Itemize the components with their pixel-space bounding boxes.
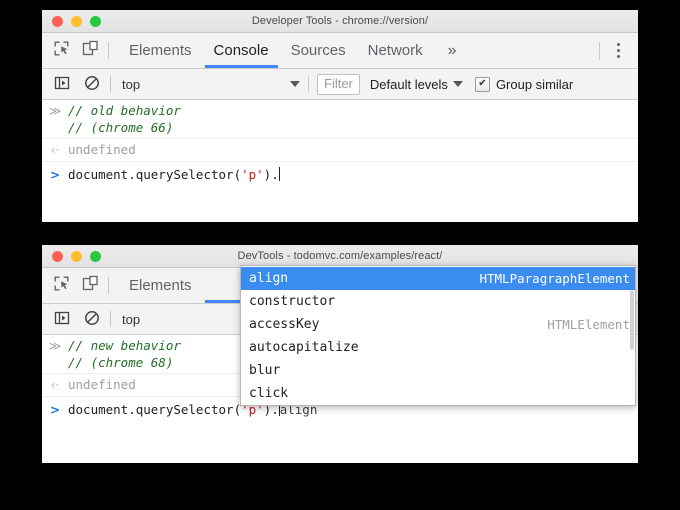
console-message-text: undefined (68, 141, 136, 158)
autocomplete-item-constructor[interactable]: constructor (241, 290, 635, 313)
console-toolbar-icons (42, 75, 110, 94)
devtools-tab-bar: Elements Console Sources Network » (42, 33, 638, 69)
title-bar: Developer Tools - chrome://version/ (42, 10, 638, 33)
more-tabs-chevron-icon[interactable]: » (434, 33, 471, 68)
screenshot-stage: Developer Tools - chrome://version/ (0, 0, 680, 510)
autocomplete-item-align[interactable]: align HTMLParagraphElement (241, 267, 635, 290)
toggle-device-toolbar-icon[interactable] (82, 40, 99, 62)
autocomplete-item-blur[interactable]: blur (241, 359, 635, 382)
window-title: DevTools - todomvc.com/examples/react/ (42, 250, 638, 262)
clear-console-icon[interactable] (84, 75, 100, 94)
autocomplete-item-label: blur (249, 363, 280, 378)
maximize-window-button[interactable] (90, 251, 101, 262)
console-toolbar-icons (42, 310, 110, 329)
console-message-list: ≫ // old behavior// (chrome 66) ‹· undef… (42, 100, 638, 184)
console-sidebar-icon[interactable] (54, 75, 70, 94)
input-marker-icon: ≫ (42, 102, 68, 120)
console-message-text: // new behavior// (chrome 68) (68, 337, 181, 371)
panel-tabs: Elements Console Sources Network » (118, 33, 471, 68)
toolbar-divider (599, 42, 600, 60)
group-similar-toggle[interactable]: ✔ Group similar (475, 77, 573, 92)
autocomplete-item-type: HTMLElement (529, 317, 630, 332)
toolbar-divider (108, 42, 109, 59)
autocomplete-scrollbar[interactable] (630, 290, 634, 350)
minimize-window-button[interactable] (71, 251, 82, 262)
window-controls[interactable] (42, 251, 101, 262)
toggle-device-toolbar-icon[interactable] (82, 275, 99, 297)
tab-network[interactable]: Network (357, 33, 434, 68)
console-message[interactable]: ≫ // old behavior// (chrome 66) (42, 100, 638, 139)
kebab-dot (617, 55, 620, 58)
chevron-down-icon (453, 81, 463, 87)
console-prompt-row[interactable]: > document.querySelector('p'). (42, 162, 638, 184)
input-marker-icon: ≫ (42, 337, 68, 355)
group-similar-label: Group similar (496, 77, 573, 92)
console-message-text: undefined (68, 376, 136, 393)
close-window-button[interactable] (52, 16, 63, 27)
inspect-element-icon[interactable] (53, 40, 70, 62)
inspect-element-icon[interactable] (53, 275, 70, 297)
console-sidebar-icon[interactable] (54, 310, 70, 329)
minimize-window-button[interactable] (71, 16, 82, 27)
window-controls[interactable] (42, 16, 101, 27)
clear-console-icon[interactable] (84, 310, 100, 329)
autocomplete-item-click[interactable]: click (241, 382, 635, 405)
panel-tabs: Elements (118, 268, 259, 303)
kebab-dot (617, 43, 620, 46)
devtools-window-top: Developer Tools - chrome://version/ (42, 10, 638, 222)
prompt-marker-icon: > (42, 401, 68, 419)
prompt-marker-icon: > (42, 166, 68, 184)
autocomplete-item-type: HTMLParagraphElement (461, 271, 630, 286)
chevron-down-icon (290, 81, 300, 87)
close-window-button[interactable] (52, 251, 63, 262)
window-title: Developer Tools - chrome://version/ (42, 15, 638, 27)
maximize-window-button[interactable] (90, 16, 101, 27)
autocomplete-popup[interactable]: align HTMLParagraphElement constructor a… (240, 265, 636, 406)
toolbar-divider (108, 277, 109, 294)
autocomplete-item-autocapitalize[interactable]: autocapitalize (241, 336, 635, 359)
tab-elements[interactable]: Elements (118, 33, 203, 68)
console-toolbar: top Filter Default levels ✔ Group simila… (42, 69, 638, 100)
console-prompt-input[interactable]: document.querySelector('p'). (68, 166, 280, 183)
output-marker-icon: ‹· (42, 141, 68, 159)
group-similar-checkbox[interactable]: ✔ (475, 77, 490, 92)
execution-context-select[interactable]: top (111, 77, 308, 92)
autocomplete-item-label: accessKey (249, 317, 319, 332)
devtools-tool-icons (42, 33, 108, 68)
tab-console[interactable]: Console (203, 33, 280, 68)
autocomplete-item-label: autocapitalize (249, 340, 359, 355)
filter-input[interactable]: Filter (317, 74, 360, 95)
autocomplete-item-accesskey[interactable]: accessKey HTMLElement (241, 313, 635, 336)
console-message[interactable]: ‹· undefined (42, 139, 638, 162)
autocomplete-item-label: constructor (249, 294, 335, 309)
tab-elements[interactable]: Elements (118, 268, 203, 303)
log-levels-select[interactable]: Default levels (370, 77, 463, 92)
autocomplete-item-label: click (249, 386, 288, 401)
text-cursor (279, 167, 280, 181)
kebab-dot (617, 49, 620, 52)
more-options-icon[interactable] (604, 43, 632, 58)
console-message-text: // old behavior// (chrome 66) (68, 102, 181, 136)
autocomplete-item-label: align (249, 271, 288, 286)
tab-sources[interactable]: Sources (280, 33, 357, 68)
toolbar-divider (308, 76, 309, 92)
tab-bar-right (595, 33, 638, 68)
output-marker-icon: ‹· (42, 376, 68, 394)
devtools-tool-icons (42, 268, 108, 303)
